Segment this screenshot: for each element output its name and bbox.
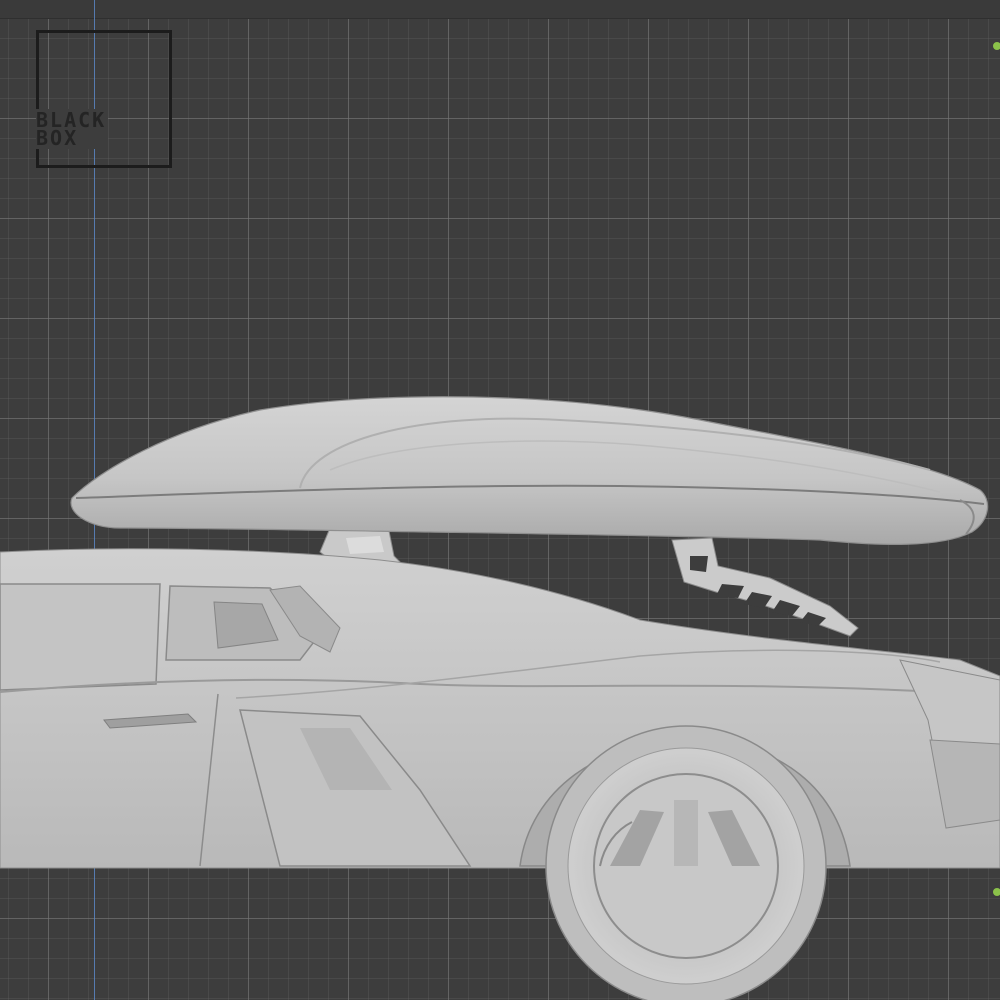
car-body[interactable] xyxy=(0,548,1000,869)
marker-dot-top xyxy=(993,42,1000,50)
roof-box[interactable] xyxy=(70,396,989,545)
roof-rack-rear[interactable] xyxy=(671,537,859,637)
logo-text: BLACK BOX xyxy=(36,109,109,150)
blackbox-logo: BLACK BOX xyxy=(36,30,172,168)
marker-dot-bottom xyxy=(993,888,1000,896)
logo-line-2: BOX xyxy=(36,126,79,150)
3d-viewport[interactable]: BLACK BOX xyxy=(0,0,1000,1000)
